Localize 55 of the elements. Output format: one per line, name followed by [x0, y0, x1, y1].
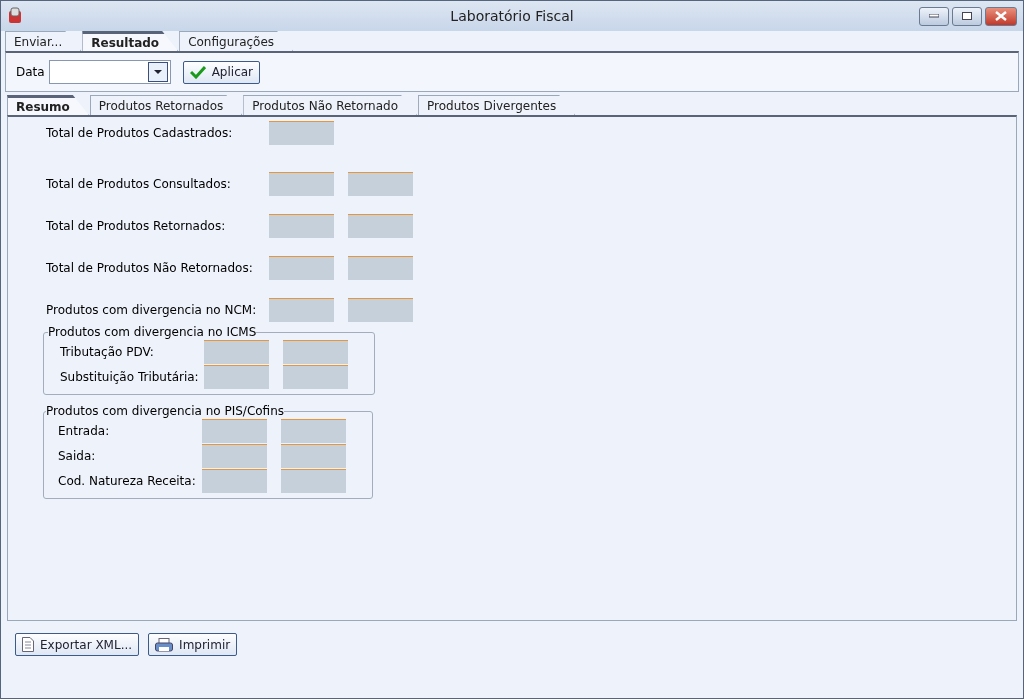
value-field	[269, 256, 334, 280]
close-button[interactable]	[985, 6, 1017, 26]
value-field	[269, 172, 334, 196]
maximize-button[interactable]	[952, 6, 982, 26]
value-field	[269, 121, 334, 145]
field-label: Entrada:	[58, 423, 111, 438]
tab[interactable]: Produtos Não Retornado	[243, 95, 418, 115]
value-field	[283, 339, 348, 364]
group-title: Produtos com divergencia no PIS/Cofins	[46, 404, 284, 418]
field-label: Produtos com divergencia no NCM:	[46, 303, 258, 317]
value-field	[348, 256, 413, 280]
value-field	[283, 364, 348, 389]
value-field	[202, 443, 267, 468]
minimize-button[interactable]	[919, 6, 949, 26]
tab[interactable]: Enviar...	[5, 31, 82, 51]
field-label: Total de Produtos Consultados:	[46, 177, 232, 191]
checkmark-icon	[189, 65, 206, 79]
tab[interactable]: Produtos Retornados	[89, 95, 243, 115]
value-field	[281, 468, 346, 493]
value-field	[348, 214, 413, 238]
value-field	[348, 172, 413, 196]
printer-icon	[155, 637, 174, 652]
export-button[interactable]: Exportar XML...	[15, 633, 140, 656]
document-icon	[22, 637, 34, 652]
apply-button[interactable]: Aplicar	[182, 60, 261, 84]
app-icon	[7, 7, 23, 25]
value-field	[204, 339, 269, 364]
field-label: Cod. Natureza Receita:	[58, 473, 197, 488]
value-field	[281, 443, 346, 468]
field-label: Total de Produtos Retornados:	[46, 219, 227, 233]
field-label: Total de Produtos Não Retornados:	[46, 261, 254, 275]
tab[interactable]: Resumo	[7, 95, 89, 115]
tab[interactable]: Configurações	[179, 31, 294, 51]
close-icon	[995, 11, 1007, 21]
field-label: Substituição Tributária:	[60, 369, 200, 384]
value-field	[269, 298, 334, 322]
value-field	[281, 418, 346, 443]
value-field	[204, 364, 269, 389]
field-label: Saida:	[58, 448, 97, 463]
field-label: Total de Produtos Cadastrados:	[46, 126, 234, 140]
value-field	[202, 418, 267, 443]
tab[interactable]: Resultado	[82, 31, 179, 51]
maximize-icon	[962, 12, 972, 20]
value-field	[202, 468, 267, 493]
print-button[interactable]: Imprimir	[148, 633, 238, 656]
value-field	[269, 214, 334, 238]
date-dropdown[interactable]	[48, 60, 171, 84]
date-label: Data	[16, 65, 45, 79]
value-field	[348, 298, 413, 322]
minimize-icon	[929, 14, 939, 18]
field-label: Tributação PDV:	[60, 344, 155, 359]
dropdown-arrow-icon	[153, 70, 162, 74]
group-title: Produtos com divergencia no ICMS	[48, 325, 257, 339]
tab[interactable]: Produtos Divergentes	[418, 95, 576, 115]
window-title: Laboratório Fiscal	[450, 8, 574, 24]
